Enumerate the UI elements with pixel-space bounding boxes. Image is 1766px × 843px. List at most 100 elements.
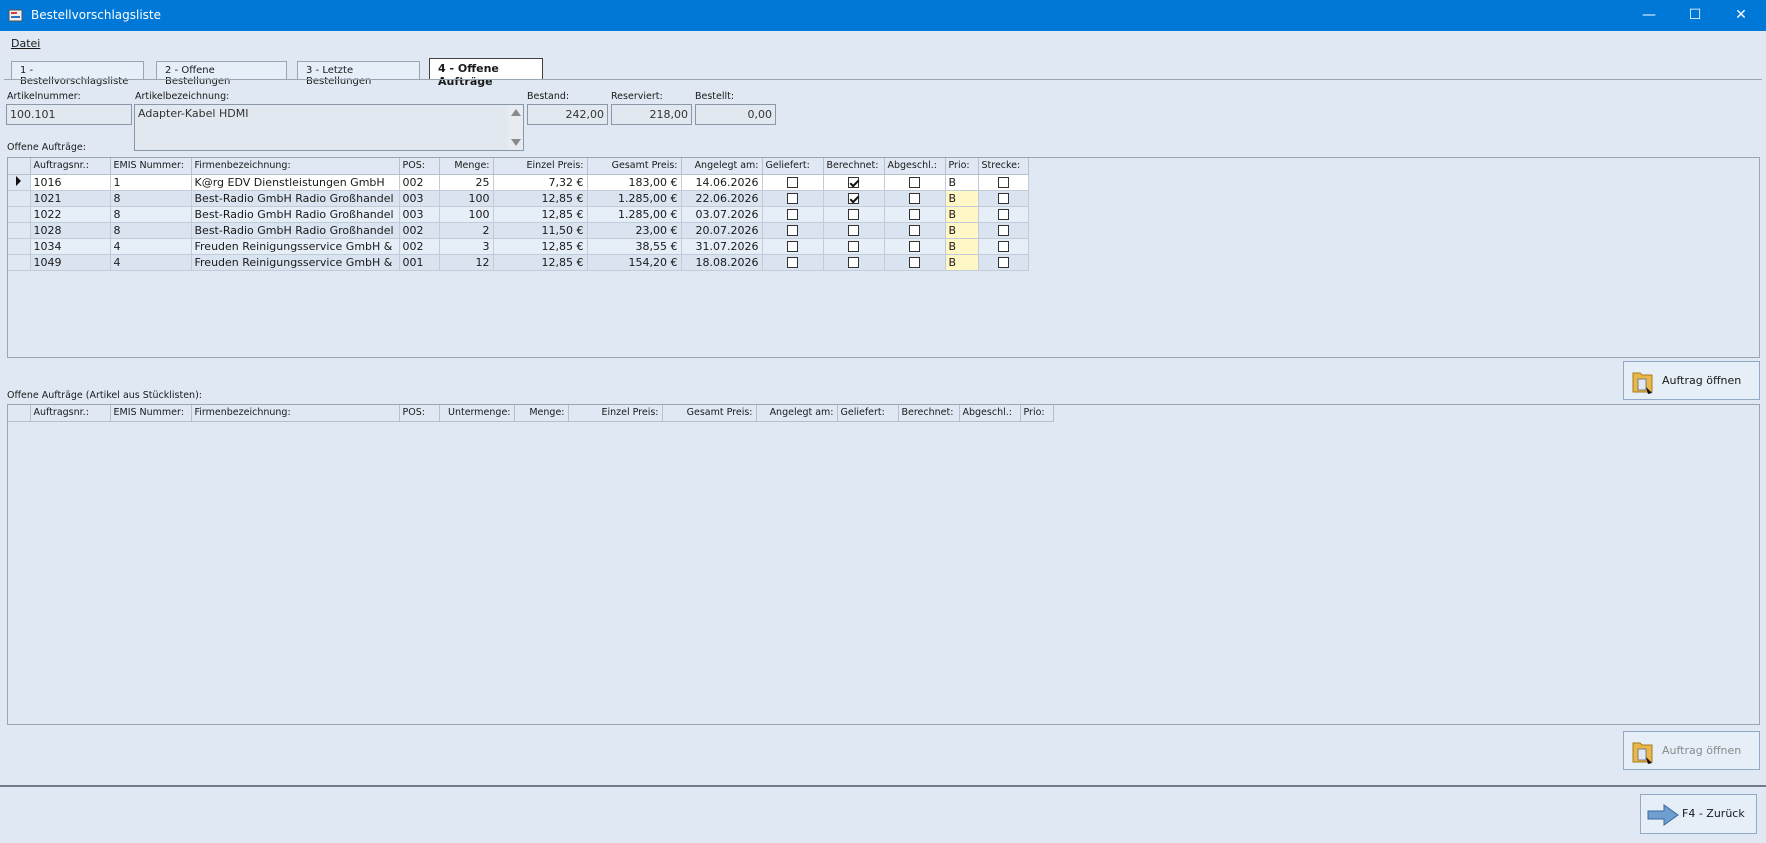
cell-gesamt-preis[interactable]: 1.285,00 € xyxy=(587,206,682,223)
tab-letzte-bestellungen[interactable]: 3 - Letzte Bestellungen xyxy=(297,61,420,87)
cell-firmenbezeichnung[interactable]: Best-Radio GmbH Radio Großhandel xyxy=(191,190,400,207)
cell-berechnet[interactable] xyxy=(823,238,885,255)
strecke-checkbox[interactable] xyxy=(997,225,1009,236)
cell-emis-nummer[interactable]: 8 xyxy=(110,206,192,223)
cell-geliefert[interactable] xyxy=(762,238,824,255)
cell-berechnet[interactable] xyxy=(823,206,885,223)
cell-geliefert[interactable] xyxy=(762,174,824,191)
geliefert-checkbox[interactable] xyxy=(787,193,798,204)
abgeschl-checkbox[interactable] xyxy=(909,209,920,220)
cell-einzel-preis[interactable]: 11,50 € xyxy=(493,222,588,239)
cell-angelegt-am[interactable]: 20.07.2026 xyxy=(681,222,763,239)
col-pos[interactable]: POS: xyxy=(399,158,440,175)
cell-auftragsnr[interactable]: 1021 xyxy=(30,190,111,207)
cell-geliefert[interactable] xyxy=(762,254,824,271)
cell-menge[interactable]: 100 xyxy=(439,190,494,207)
cell-auftragsnr[interactable]: 1049 xyxy=(30,254,111,271)
cell-prio[interactable]: B xyxy=(945,254,979,271)
cell-angelegt-am[interactable]: 18.08.2026 xyxy=(681,254,763,271)
cell-menge[interactable]: 100 xyxy=(439,206,494,223)
cell-strecke[interactable] xyxy=(978,238,1029,255)
cell-pos[interactable]: 002 xyxy=(399,174,440,191)
bom-col-prio[interactable]: Prio: xyxy=(1020,405,1054,422)
table-row[interactable]: 1049 4 Freuden Reinigungsservice GmbH & 001… xyxy=(8,254,1029,271)
table-row[interactable]: 1034 4 Freuden Reinigungsservice GmbH & 002… xyxy=(8,238,1029,255)
bom-col-menge[interactable]: Menge: xyxy=(514,405,569,422)
strecke-checkbox[interactable] xyxy=(997,193,1009,204)
cell-abgeschl[interactable] xyxy=(884,190,946,207)
cell-prio[interactable]: B xyxy=(945,238,979,255)
cell-gesamt-preis[interactable]: 23,00 € xyxy=(587,222,682,239)
cell-pos[interactable]: 003 xyxy=(399,190,440,207)
berechnet-checkbox[interactable] xyxy=(848,257,859,268)
row-selector[interactable] xyxy=(8,190,31,207)
cell-gesamt-preis[interactable]: 154,20 € xyxy=(587,254,682,271)
cell-prio[interactable]: B xyxy=(945,190,979,207)
cell-geliefert[interactable] xyxy=(762,206,824,223)
table-row[interactable]: 1028 8 Best-Radio GmbH Radio Großhandel 002… xyxy=(8,222,1029,239)
open-order-button[interactable]: Auftrag öffnen xyxy=(1623,361,1760,400)
cell-pos[interactable]: 002 xyxy=(399,238,440,255)
cell-menge[interactable]: 2 xyxy=(439,222,494,239)
col-berechnet[interactable]: Berechnet: xyxy=(823,158,885,175)
bom-col-auftragsnr[interactable]: Auftragsnr.: xyxy=(30,405,111,422)
col-auftragsnr[interactable]: Auftragsnr.: xyxy=(30,158,111,175)
cell-angelegt-am[interactable]: 14.06.2026 xyxy=(681,174,763,191)
cell-berechnet[interactable] xyxy=(823,174,885,191)
geliefert-checkbox[interactable] xyxy=(787,177,798,188)
row-selector[interactable] xyxy=(8,254,31,271)
strecke-checkbox[interactable] xyxy=(997,241,1009,252)
bom-col-untermenge[interactable]: Untermenge: xyxy=(439,405,515,422)
row-selector[interactable] xyxy=(8,222,31,239)
cell-angelegt-am[interactable]: 31.07.2026 xyxy=(681,238,763,255)
open-bom-order-button[interactable]: Auftrag öffnen xyxy=(1623,731,1760,770)
cell-angelegt-am[interactable]: 03.07.2026 xyxy=(681,206,763,223)
abgeschl-checkbox[interactable] xyxy=(909,177,920,188)
geliefert-checkbox[interactable] xyxy=(787,241,798,252)
cell-prio[interactable]: B xyxy=(945,174,979,191)
orders-grid[interactable]: Auftragsnr.: EMIS Nummer: Firmenbezeichn… xyxy=(7,157,1760,358)
abgeschl-checkbox[interactable] xyxy=(909,257,920,268)
geliefert-checkbox[interactable] xyxy=(787,225,798,236)
cell-emis-nummer[interactable]: 4 xyxy=(110,238,192,255)
cell-geliefert[interactable] xyxy=(762,190,824,207)
strecke-checkbox[interactable] xyxy=(997,209,1009,220)
berechnet-checkbox[interactable] xyxy=(848,225,859,236)
berechnet-checkbox[interactable] xyxy=(848,209,859,220)
cell-menge[interactable]: 25 xyxy=(439,174,494,191)
bom-orders-grid[interactable]: Auftragsnr.: EMIS Nummer: Firmenbezeichn… xyxy=(7,404,1760,725)
strecke-checkbox[interactable] xyxy=(997,177,1009,188)
bom-col-firmenbezeichnung[interactable]: Firmenbezeichnung: xyxy=(191,405,400,422)
cell-berechnet[interactable] xyxy=(823,190,885,207)
cell-strecke[interactable] xyxy=(978,190,1029,207)
col-einzel-preis[interactable]: Einzel Preis: xyxy=(493,158,588,175)
col-menge[interactable]: Menge: xyxy=(439,158,494,175)
cell-einzel-preis[interactable]: 12,85 € xyxy=(493,254,588,271)
strecke-checkbox[interactable] xyxy=(997,257,1009,268)
row-selector[interactable] xyxy=(8,238,31,255)
cell-menge[interactable]: 3 xyxy=(439,238,494,255)
tab-bestellvorschlagsliste[interactable]: 1 - Bestellvorschlagsliste xyxy=(11,61,144,87)
cell-firmenbezeichnung[interactable]: K@rg EDV Dienstleistungen GmbH xyxy=(191,174,400,191)
cell-auftragsnr[interactable]: 1022 xyxy=(30,206,111,223)
cell-emis-nummer[interactable]: 4 xyxy=(110,254,192,271)
berechnet-checkbox[interactable] xyxy=(848,193,859,204)
bom-col-berechnet[interactable]: Berechnet: xyxy=(898,405,960,422)
abgeschl-checkbox[interactable] xyxy=(909,225,920,236)
bom-col-angelegt-am[interactable]: Angelegt am: xyxy=(756,405,838,422)
artikelbezeichnung-scrollbar[interactable] xyxy=(508,105,523,150)
col-emis-nummer[interactable]: EMIS Nummer: xyxy=(110,158,192,175)
row-selector[interactable] xyxy=(8,206,31,223)
cell-einzel-preis[interactable]: 12,85 € xyxy=(493,238,588,255)
scroll-down-icon[interactable] xyxy=(511,139,521,146)
cell-auftragsnr[interactable]: 1028 xyxy=(30,222,111,239)
bom-col-einzel-preis[interactable]: Einzel Preis: xyxy=(568,405,663,422)
col-geliefert[interactable]: Geliefert: xyxy=(762,158,824,175)
col-angelegt-am[interactable]: Angelegt am: xyxy=(681,158,763,175)
bom-col-gesamt-preis[interactable]: Gesamt Preis: xyxy=(662,405,757,422)
bom-col-emis-nummer[interactable]: EMIS Nummer: xyxy=(110,405,192,422)
cell-abgeschl[interactable] xyxy=(884,174,946,191)
col-abgeschl[interactable]: Abgeschl.: xyxy=(884,158,946,175)
table-row[interactable]: 1022 8 Best-Radio GmbH Radio Großhandel 003… xyxy=(8,206,1029,223)
cell-pos[interactable]: 001 xyxy=(399,254,440,271)
